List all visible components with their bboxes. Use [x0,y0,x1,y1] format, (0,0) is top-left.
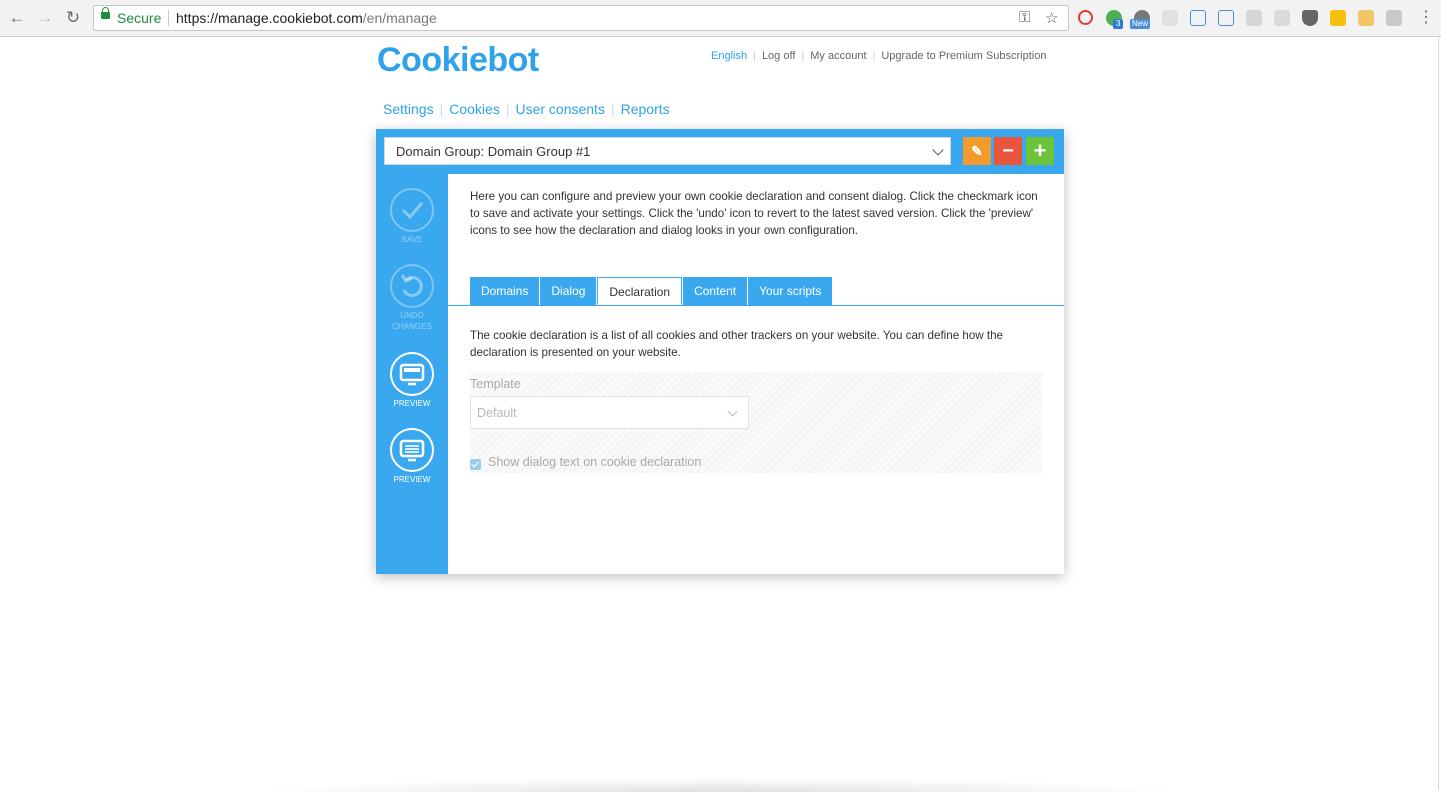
account-links: English | Log off | My account | Upgrade to Pr… [705,50,1052,62]
tab-underline [448,305,1064,306]
url-text[interactable]: https://manage.cookiebot.com/en/manage [176,10,437,26]
save-button[interactable]: SAVE [376,188,448,245]
tab-your-scripts[interactable]: Your scripts [748,277,833,305]
pocket-extension-icon[interactable] [1302,10,1318,26]
panel-header: Domain Group: Domain Group #1 ✎ − + [376,129,1064,174]
plus-icon: + [1033,138,1047,163]
lock-icon [101,7,110,19]
reload-icon[interactable]: ↻ [63,8,83,28]
domain-group-value: Domain Group: Domain Group #1 [396,144,591,159]
monitor-banner-icon [390,352,434,396]
settings-panel: Domain Group: Domain Group #1 ✎ − + SAVE… [376,129,1064,574]
url-path: /en/manage [362,10,437,26]
domain-group-select[interactable]: Domain Group: Domain Group #1 [384,137,951,165]
chat-extension-icon[interactable] [1162,10,1178,26]
page-extension-icon[interactable] [1246,10,1262,26]
pencil-icon: ✎ [971,143,983,159]
cookiebot-logo[interactable]: Cookiebot [377,41,539,80]
bracket-extension-icon[interactable] [1218,10,1234,26]
secure-label: Secure [117,10,162,26]
settings-tabs: Domains Dialog Declaration Content Your scri… [470,277,833,305]
tab-dialog[interactable]: Dialog [540,277,597,305]
link-upgrade-premium[interactable]: Upgrade to Premium Subscription [875,50,1052,62]
key-icon[interactable]: ⚿ [1019,9,1030,26]
star-icon[interactable]: ☆ [1045,9,1058,27]
link-log-off[interactable]: Log off [756,50,801,62]
w-extension-icon[interactable] [1190,10,1206,26]
address-bar[interactable]: Secure https://manage.cookiebot.com/en/m… [93,5,1069,31]
preview-label: PREVIEW [393,399,431,408]
extension-badge-count: 3 [1113,19,1124,29]
show-dialog-text-label[interactable]: Show dialog text on cookie declaration [488,455,701,469]
undo-icon [390,264,434,308]
preview-dialog-button[interactable]: PREVIEW [376,352,448,409]
crx-extension-icon[interactable] [1274,10,1290,26]
back-arrow-icon[interactable]: ← [7,8,27,28]
browser-menu-icon[interactable]: ⋮ [1418,8,1434,28]
intro-section: Here you can configure and preview your … [470,188,1050,239]
declaration-options: Template Default Show dialog text on coo… [470,372,1042,473]
extension-badge-new: New [1130,19,1151,29]
page-scroll-edge [1438,37,1439,790]
checkmark-icon [390,188,434,232]
nav-reports[interactable]: Reports [615,101,676,117]
template-value: Default [477,406,517,420]
address-divider [168,10,169,26]
intro-text: Here you can configure and preview your … [470,190,1038,237]
save-label: SAVE [401,235,423,244]
window-extension-icon[interactable] [1386,10,1402,26]
tab-domains[interactable]: Domains [470,277,540,305]
preview-declaration-button[interactable]: PREVIEW [376,428,448,485]
show-dialog-text-checkbox[interactable] [470,459,481,470]
nav-settings[interactable]: Settings [377,101,440,117]
opera-extension-icon[interactable] [1078,10,1093,25]
minus-icon: − [1002,140,1014,162]
yellow-extension-icon[interactable] [1330,10,1346,26]
undo-label-line2: CHANGES [392,322,432,331]
template-label: Template [470,377,521,391]
undo-changes-button[interactable]: UNDO CHANGES [376,264,448,332]
chevron-down-icon [727,406,738,417]
action-sidebar: SAVE UNDO CHANGES PREVIEW PREVIEW [376,174,448,574]
tab-content[interactable]: Content [683,277,748,305]
monitor-list-icon [390,428,434,472]
declaration-description: The cookie declaration is a list of all … [470,329,1003,359]
delete-domain-group-button[interactable]: − [994,137,1022,165]
undo-label: UNDO CHANGES [376,310,448,332]
url-host: https://manage.cookiebot.com [176,10,363,26]
main-navigation: Settings | Cookies | User consents | Reports [377,101,676,117]
template-select[interactable]: Default [470,396,749,429]
link-english[interactable]: English [705,50,753,62]
chevron-down-icon [932,144,944,156]
edit-domain-group-button[interactable]: ✎ [963,137,991,165]
link-my-account[interactable]: My account [804,50,872,62]
nav-cookies[interactable]: Cookies [443,101,506,117]
undo-label-line1: UNDO [400,311,424,320]
notes-extension-icon[interactable] [1358,10,1374,26]
nav-user-consents[interactable]: User consents [509,101,610,117]
browser-toolbar: ← → ↻ Secure https://manage.cookiebot.co… [0,0,1441,37]
preview-label: PREVIEW [393,475,431,484]
add-domain-group-button[interactable]: + [1026,137,1054,165]
tab-declaration[interactable]: Declaration [597,277,683,305]
forward-arrow-icon[interactable]: → [35,8,55,28]
